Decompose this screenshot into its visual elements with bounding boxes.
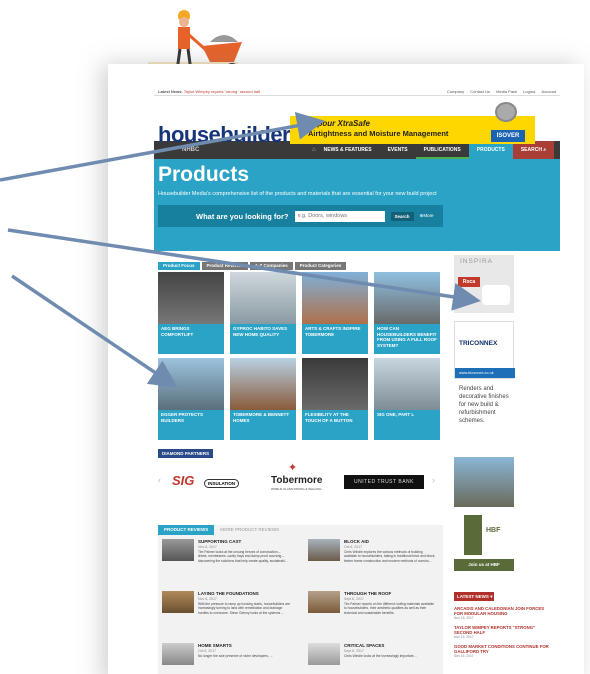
arrow-to-banner-ad (0, 111, 325, 182)
arrow-to-sidebar-ad (7, 228, 481, 311)
screenshot-stage: Latest News: Taylor Wimpey reports "stro… (0, 0, 590, 674)
arrow-to-product-tile (11, 274, 178, 388)
annotation-arrows (0, 111, 481, 388)
